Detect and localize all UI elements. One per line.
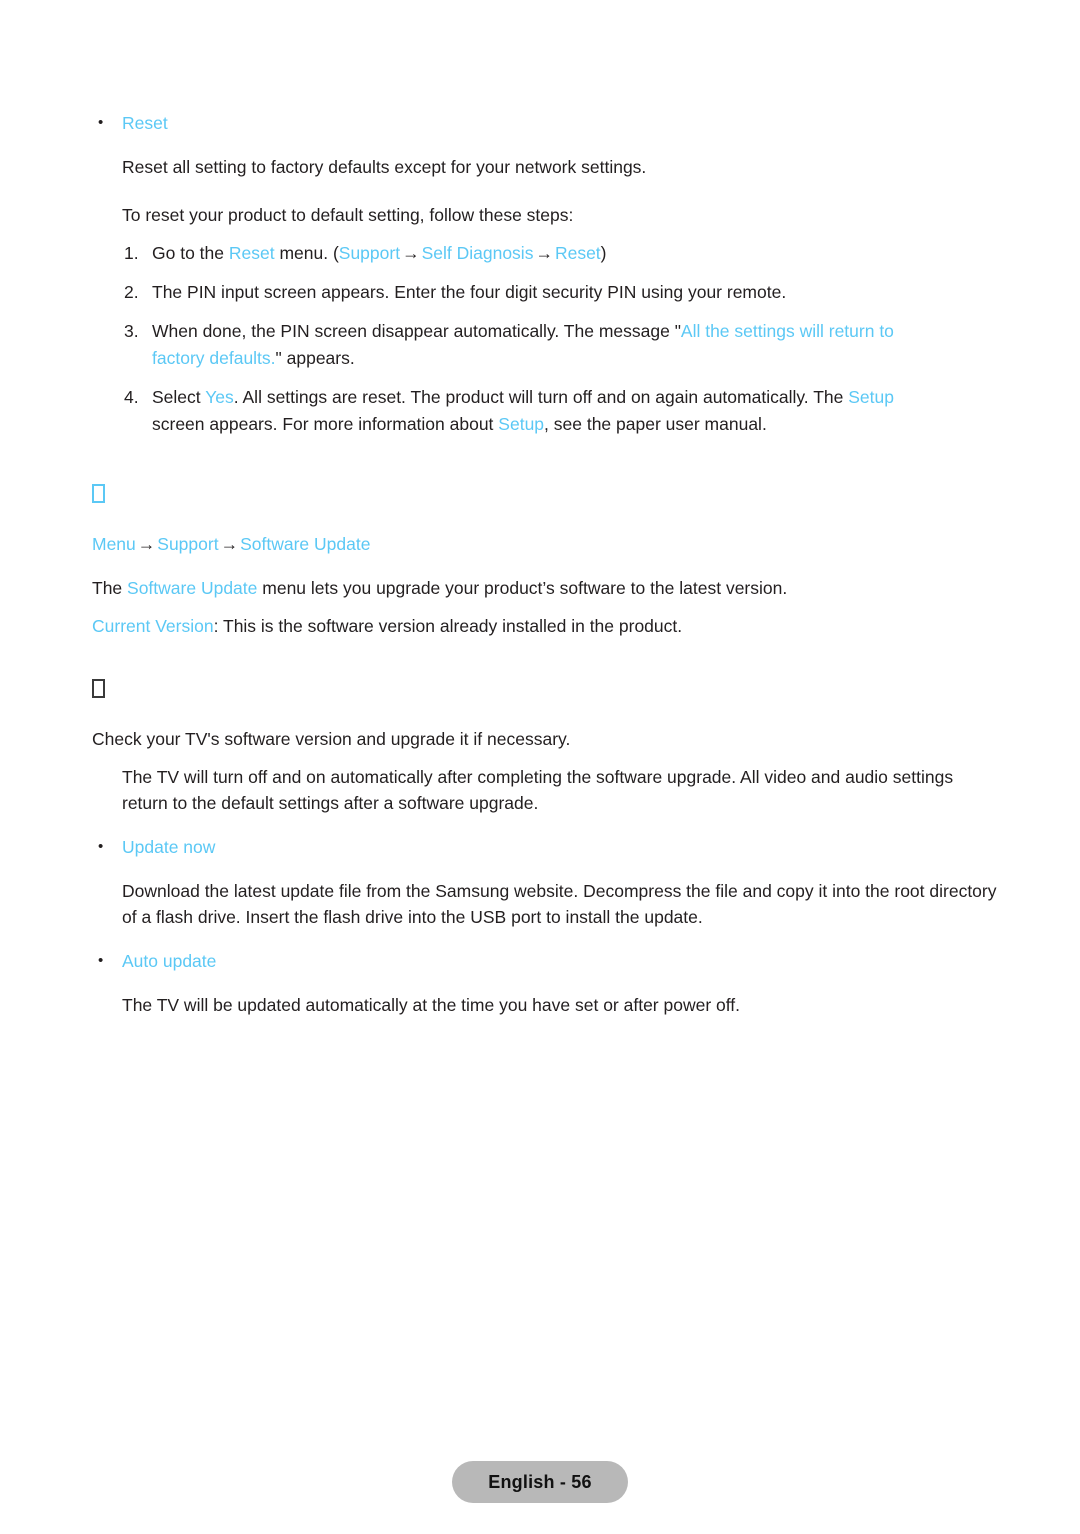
intro-text-part: The [92, 578, 128, 598]
step-text-part: Select [152, 387, 206, 407]
step-text-part: When done, the PIN screen disappear auto… [152, 321, 681, 341]
bullet-dot-icon [98, 834, 122, 860]
update-now-bullet-label: Update now [122, 837, 216, 857]
step-text-part: menu. ( [274, 243, 339, 263]
breadcrumb-item-support: Support [157, 534, 219, 554]
bullet-item-auto-update: Auto update [98, 948, 1080, 974]
step-number: 2. [124, 282, 139, 302]
page-number-label: English - 56 [488, 1471, 592, 1492]
step-number: 1. [124, 243, 139, 263]
step-text: Select Yes. All settings are reset. The … [152, 384, 944, 438]
menu-link-setup: Setup [848, 387, 894, 407]
step-text: When done, the PIN screen disappear auto… [152, 318, 944, 372]
auto-update-bullet-label: Auto update [122, 951, 217, 971]
software-update-intro: The Software Update menu lets you upgrad… [92, 575, 992, 601]
menu-link-self-diagnosis: Self Diagnosis [421, 243, 534, 263]
step-text: Go to the Reset menu. (Support → Self Diag… [152, 240, 944, 267]
menu-link-yes: Yes [205, 387, 234, 407]
step-number: 3. [124, 321, 139, 341]
bullet-dot-icon [98, 948, 122, 974]
update-now-description: Download the latest update file from the… [122, 881, 997, 927]
menu-link-setup-2: Setup [498, 414, 545, 434]
auto-update-description: The TV will be updated automatically at … [122, 995, 741, 1015]
arrow-icon: → [220, 534, 239, 554]
menu-link-current-version: Current Version [92, 616, 214, 636]
bullet-dot-icon [98, 110, 122, 136]
reset-step-3: 3. When done, the PIN screen disappear a… [124, 318, 944, 372]
reset-step-4: 4. Select Yes. All settings are reset. T… [124, 384, 944, 438]
step-text-part: ) [600, 243, 607, 263]
step-number: 4. [124, 387, 139, 407]
missing-glyph-icon [92, 679, 105, 698]
menu-link-support: Support [338, 243, 401, 263]
current-version-line: Current Version: This is the software ve… [92, 613, 992, 639]
menu-link-reset-2: Reset [554, 243, 601, 263]
intro-text-part: menu lets you upgrade your product’s sof… [257, 578, 788, 598]
reset-bullet-label: Reset [122, 113, 168, 133]
breadcrumb-item-menu: Menu [92, 534, 136, 554]
reset-step-2: 2. The PIN input screen appears. Enter t… [124, 279, 944, 306]
software-update-heading [92, 484, 1080, 503]
update-now-heading [92, 679, 1080, 698]
menu-path-breadcrumb: Menu → Support → Software Update [92, 531, 1080, 557]
menu-link-reset: Reset [228, 243, 275, 263]
arrow-icon: → [535, 243, 553, 263]
bullet-item-update-now: Update now [98, 834, 1080, 860]
step-text-part: screen appears. For more information abo… [152, 414, 499, 434]
menu-link-software-update: Software Update [127, 578, 258, 598]
arrow-icon: → [137, 534, 156, 554]
bullet-item-reset: Reset [98, 110, 1080, 136]
reset-steps-intro: To reset your product to default setting… [122, 205, 574, 225]
step-text: The PIN input screen appears. Enter the … [152, 282, 787, 302]
manual-page: Reset Reset all setting to factory defau… [0, 0, 1080, 1534]
update-now-lead: Check your TV's software version and upg… [92, 729, 571, 749]
page-footer-badge: English - 56 [452, 1461, 628, 1503]
reset-step-1: 1. Go to the Reset menu. (Support → Self D… [124, 240, 944, 267]
breadcrumb-item-software-update: Software Update [240, 534, 371, 554]
missing-glyph-icon [92, 484, 105, 503]
step-text-part: , see the paper user manual. [544, 414, 767, 434]
arrow-icon: → [402, 243, 420, 263]
current-version-text: : This is the software version already i… [213, 616, 683, 636]
reset-description: Reset all setting to factory defaults ex… [122, 157, 647, 177]
step-text-part: . All settings are reset. The product wi… [233, 387, 849, 407]
step-text-part: Go to the [152, 243, 229, 263]
step-text-part: " appears. [275, 348, 355, 368]
update-now-note: The TV will turn off and on automaticall… [122, 767, 954, 813]
